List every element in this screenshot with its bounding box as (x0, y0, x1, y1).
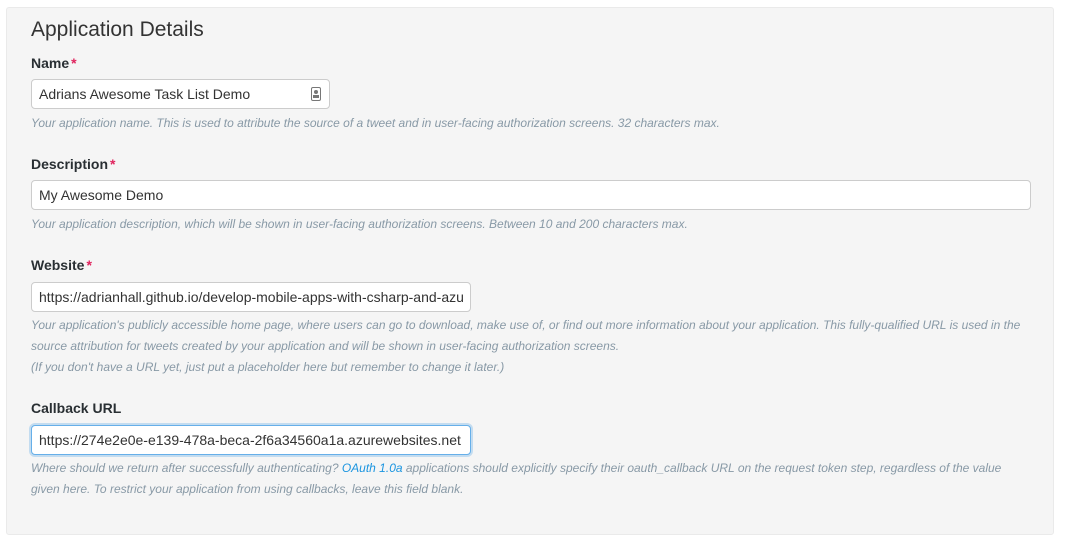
name-help-text: Your application name. This is used to a… (31, 116, 720, 130)
required-marker: * (86, 257, 92, 273)
callback-url-input[interactable] (31, 425, 471, 455)
callback-help-line-1: Where should we return after successfull… (31, 458, 1001, 479)
website-label: Website * (31, 257, 92, 273)
website-label-text: Website (31, 257, 85, 273)
website-input[interactable] (31, 282, 471, 312)
callback-help-line-2: given here. To restrict your application… (31, 482, 464, 496)
description-label-text: Description (31, 156, 109, 172)
contact-card-icon[interactable] (311, 87, 321, 101)
callback-help-after-link: applications should explicitly specify t… (402, 461, 1002, 475)
description-label: Description * (31, 156, 115, 172)
website-help-line-1: Your application's publicly accessible h… (31, 318, 1021, 332)
application-details-panel: Application Details Name* Your applicati… (6, 7, 1054, 535)
callback-help-before-link: Where should we return after successfull… (31, 461, 342, 475)
required-marker: * (110, 156, 116, 172)
callback-url-label: Callback URL (31, 400, 122, 416)
description-help-text: Your application description, which will… (31, 217, 688, 231)
website-help-line-3: (If you don't have a URL yet, just put a… (31, 360, 505, 374)
website-help-line-2: source attribution for tweets created by… (31, 339, 620, 353)
required-marker: * (71, 55, 77, 71)
section-title: Application Details (31, 18, 204, 41)
name-label-text: Name (31, 55, 70, 71)
name-label: Name * (31, 55, 77, 71)
description-input[interactable] (31, 180, 1031, 210)
name-input[interactable] (31, 79, 330, 109)
oauth-link[interactable]: OAuth 1.0a (342, 461, 403, 475)
